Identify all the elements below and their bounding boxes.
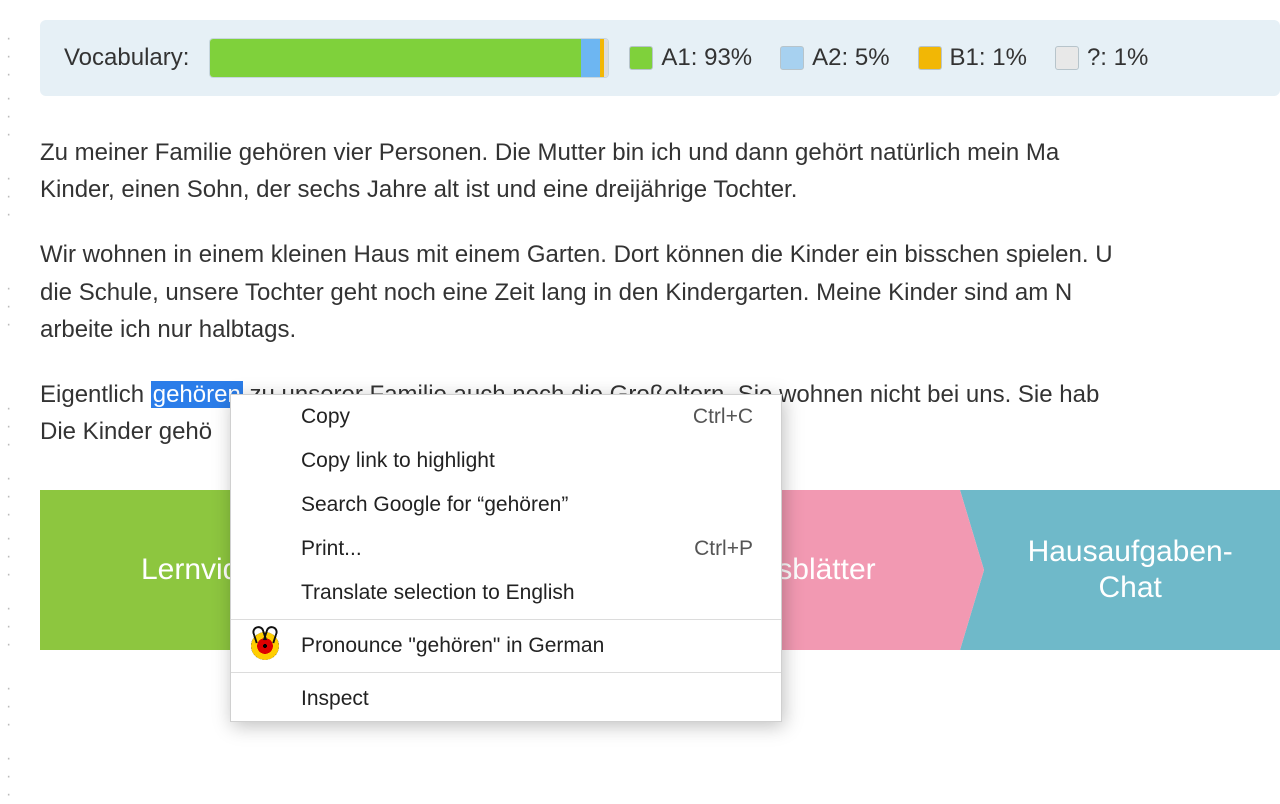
menu-item-label: Translate selection to English bbox=[301, 581, 575, 605]
legend-b1: B1: 1% bbox=[918, 44, 1027, 72]
legend-a2: A2: 5% bbox=[780, 44, 889, 72]
text-line[interactable]: Kinder, einen Sohn, der sechs Jahre alt … bbox=[40, 171, 1280, 208]
swatch-b1 bbox=[918, 46, 942, 70]
nav-label: Hausaufgaben- Chat bbox=[1008, 534, 1233, 606]
legend-unknown-label: ?: 1% bbox=[1087, 44, 1148, 72]
menu-item-label: Search Google for “gehören” bbox=[301, 493, 568, 517]
nav-label: Lernvid bbox=[141, 553, 239, 587]
text-line[interactable]: arbeite ich nur halbtags. bbox=[40, 311, 1280, 348]
context-menu-copy-link[interactable]: Copy link to highlight bbox=[231, 439, 781, 483]
vocabulary-progress bbox=[209, 38, 609, 78]
left-gutter: · · · · · · · · · · · · · · · · · · · · … bbox=[6, 0, 26, 800]
menu-item-label: Print... bbox=[301, 537, 362, 561]
menu-item-label: Inspect bbox=[301, 687, 369, 711]
text-line[interactable]: Wir wohnen in einem kleinen Haus mit ein… bbox=[40, 236, 1280, 273]
context-menu-print[interactable]: Print... Ctrl+P bbox=[231, 527, 781, 571]
text-line[interactable]: die Schule, unsere Tochter geht noch ein… bbox=[40, 274, 1280, 311]
swatch-a2 bbox=[780, 46, 804, 70]
legend-a2-label: A2: 5% bbox=[812, 44, 889, 72]
nav-hausaufgaben-chat[interactable]: Hausaufgaben- Chat bbox=[960, 490, 1280, 650]
context-menu-translate[interactable]: Translate selection to English bbox=[231, 571, 781, 615]
menu-item-label: Copy bbox=[301, 405, 350, 429]
menu-item-label: Pronounce "gehören" in German bbox=[301, 634, 604, 658]
swatch-unknown bbox=[1055, 46, 1079, 70]
legend-a1: A1: 93% bbox=[629, 44, 752, 72]
menu-item-shortcut: Ctrl+C bbox=[693, 405, 753, 429]
context-menu-copy[interactable]: Copy Ctrl+C bbox=[231, 395, 781, 439]
context-menu-inspect[interactable]: Inspect bbox=[231, 677, 781, 721]
progress-seg-a1 bbox=[210, 39, 580, 77]
swatch-a1 bbox=[629, 46, 653, 70]
paragraph-2[interactable]: Wir wohnen in einem kleinen Haus mit ein… bbox=[40, 236, 1280, 348]
context-menu[interactable]: Copy Ctrl+C Copy link to highlight Searc… bbox=[230, 394, 782, 722]
context-menu-pronounce[interactable]: Pronounce "gehören" in German bbox=[231, 624, 781, 668]
vocabulary-panel: Vocabulary: A1: 93% A2: 5% B1: 1% ?: 1% bbox=[40, 20, 1280, 96]
text-line[interactable]: Zu meiner Familie gehören vier Personen.… bbox=[40, 134, 1280, 171]
menu-item-label: Copy link to highlight bbox=[301, 449, 495, 473]
german-flag-headphones-icon bbox=[251, 632, 279, 660]
context-menu-search-google[interactable]: Search Google for “gehören” bbox=[231, 483, 781, 527]
menu-separator bbox=[231, 619, 781, 620]
selected-word[interactable]: gehören bbox=[151, 381, 243, 408]
vocabulary-legend: A1: 93% A2: 5% B1: 1% ?: 1% bbox=[629, 44, 1148, 72]
menu-separator bbox=[231, 672, 781, 673]
legend-b1-label: B1: 1% bbox=[950, 44, 1027, 72]
progress-seg-unknown bbox=[604, 39, 608, 77]
menu-item-shortcut: Ctrl+P bbox=[694, 537, 753, 561]
text-fragment[interactable]: Eigentlich bbox=[40, 381, 151, 408]
chevron-right-icon bbox=[960, 490, 984, 650]
progress-seg-a2 bbox=[581, 39, 601, 77]
legend-unknown: ?: 1% bbox=[1055, 44, 1148, 72]
legend-a1-label: A1: 93% bbox=[661, 44, 752, 72]
paragraph-1[interactable]: Zu meiner Familie gehören vier Personen.… bbox=[40, 134, 1280, 208]
vocabulary-label: Vocabulary: bbox=[64, 44, 189, 72]
